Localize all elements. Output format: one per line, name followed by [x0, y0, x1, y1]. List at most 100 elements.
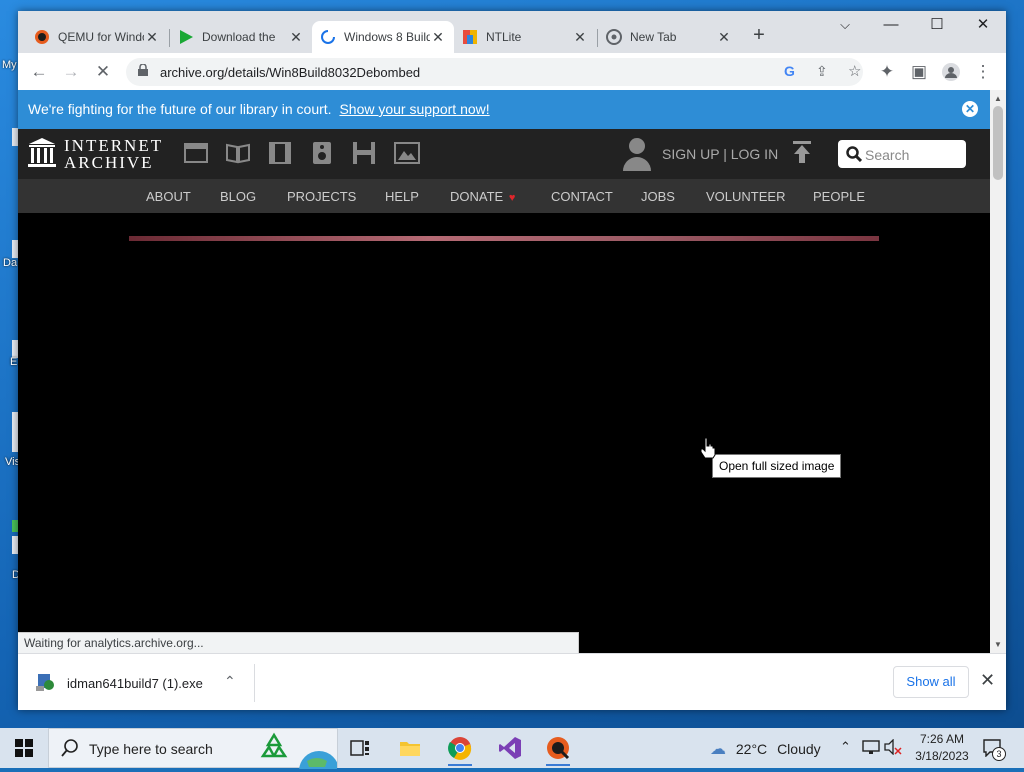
- tab-search-chevron-icon[interactable]: ⌵: [822, 11, 868, 41]
- close-download-shelf-icon[interactable]: ✕: [980, 670, 995, 691]
- user-avatar-icon[interactable]: [622, 137, 652, 174]
- chevron-up-icon[interactable]: ⌃: [840, 739, 851, 755]
- tab-windows8-build[interactable]: Windows 8 Build ✕: [312, 21, 454, 53]
- desktop-label[interactable]: E: [10, 356, 17, 368]
- nav-about[interactable]: ABOUT: [146, 189, 191, 204]
- nav-jobs[interactable]: JOBS: [641, 189, 675, 204]
- system-clock[interactable]: 7:26 AM 3/18/2023: [907, 731, 977, 765]
- notification-center-icon[interactable]: 3: [982, 739, 1006, 761]
- nav-help[interactable]: HELP: [385, 189, 419, 204]
- tab-qemu[interactable]: QEMU for Windows ✕: [26, 21, 168, 53]
- nav-volunteer[interactable]: VOLUNTEER: [706, 189, 785, 204]
- new-tab-button[interactable]: +: [748, 25, 770, 47]
- nav-blog[interactable]: BLOG: [220, 189, 256, 204]
- google-icon[interactable]: G: [784, 63, 795, 79]
- heart-icon: ♥: [508, 192, 516, 204]
- weather-widget[interactable]: ☁ 22°C Cloudy: [710, 739, 821, 759]
- windows-logo-icon: [15, 739, 33, 757]
- signup-login-link[interactable]: SIGN UP | LOG IN: [662, 146, 778, 162]
- chrome-taskbar-icon[interactable]: [440, 732, 480, 766]
- scroll-thumb[interactable]: [993, 106, 1003, 180]
- browser-toolbar: ← → ✕ archive.org/details/Win8Build8032D…: [18, 53, 1006, 90]
- download-item[interactable]: idman641build7 (1).exe ⌃: [36, 668, 254, 696]
- software-disk-icon[interactable]: [352, 142, 376, 164]
- video-film-icon[interactable]: [268, 142, 292, 164]
- share-icon[interactable]: ⇪: [816, 63, 828, 80]
- images-icon[interactable]: [394, 142, 420, 164]
- item-image-viewer[interactable]: [18, 213, 990, 653]
- divider: [254, 664, 255, 702]
- clock-date: 3/18/2023: [915, 749, 969, 763]
- audio-speaker-icon[interactable]: [310, 142, 334, 164]
- chevron-up-icon[interactable]: ⌃: [224, 673, 236, 690]
- tab-strip: QEMU for Windows ✕ Download the ✕ Window…: [18, 11, 1006, 53]
- visual-studio-icon[interactable]: [490, 732, 530, 764]
- taskbar-search-box[interactable]: Type here to search: [48, 728, 339, 772]
- network-icon[interactable]: [862, 739, 880, 758]
- tab-download[interactable]: Download the ✕: [170, 21, 312, 53]
- stop-loading-button[interactable]: ✕: [90, 59, 116, 85]
- play-favicon-icon: [178, 29, 194, 45]
- internet-archive-logo[interactable]: INTERNET ARCHIVE: [28, 137, 168, 171]
- installer-file-icon: [36, 672, 54, 695]
- show-all-button[interactable]: Show all: [893, 666, 969, 698]
- clock-time: 7:26 AM: [919, 732, 965, 746]
- cloud-icon: ☁: [710, 741, 726, 758]
- tooltip: Open full sized image: [712, 454, 842, 478]
- qemu-taskbar-icon[interactable]: [538, 732, 578, 766]
- hand-cursor-icon: [700, 437, 716, 459]
- chrome-favicon-icon: [606, 29, 622, 45]
- address-bar[interactable]: archive.org/details/Win8Build8032Debombe…: [126, 58, 863, 86]
- donation-banner: We're fighting for the future of our lib…: [18, 90, 990, 129]
- desktop-label[interactable]: Da: [3, 257, 17, 269]
- profile-avatar-icon[interactable]: [938, 59, 964, 85]
- close-tab-icon[interactable]: ✕: [288, 29, 304, 46]
- lock-icon[interactable]: [138, 63, 148, 79]
- texts-book-icon[interactable]: [226, 142, 250, 164]
- nav-people[interactable]: PEOPLE: [813, 189, 865, 204]
- side-panel-icon[interactable]: ▣: [906, 59, 932, 85]
- tab-new-tab[interactable]: New Tab ✕: [598, 21, 740, 53]
- banner-close-icon[interactable]: ✕: [962, 101, 978, 117]
- logo-line-2: ARCHIVE: [64, 153, 154, 172]
- close-tab-icon[interactable]: ✕: [572, 29, 588, 46]
- search-icon: [846, 146, 863, 165]
- file-explorer-icon[interactable]: [390, 732, 430, 764]
- search-placeholder: Search: [865, 147, 910, 163]
- qemu-favicon-icon: [34, 29, 50, 45]
- ia-header: INTERNET ARCHIVE SIGN UP | LOG IN Search: [18, 129, 990, 179]
- back-button[interactable]: ←: [26, 59, 52, 85]
- web-icon[interactable]: [184, 142, 208, 164]
- scroll-down-arrow-icon[interactable]: ▼: [994, 640, 1002, 649]
- globe-highlight-icon: [297, 749, 339, 772]
- weather-description: Cloudy: [777, 741, 821, 757]
- tab-title: Download the: [202, 30, 276, 44]
- forward-button[interactable]: →: [58, 59, 84, 85]
- minimize-button[interactable]: —: [868, 11, 914, 41]
- start-button[interactable]: [0, 728, 48, 768]
- tab-title: NTLite: [486, 30, 522, 44]
- page-scrollbar[interactable]: ▲ ▼: [990, 90, 1006, 653]
- desktop-label[interactable]: My: [2, 59, 17, 71]
- bookmark-star-icon[interactable]: ☆: [848, 62, 861, 80]
- task-view-icon[interactable]: [340, 732, 380, 764]
- nav-projects[interactable]: PROJECTS: [287, 189, 356, 204]
- close-tab-icon[interactable]: ✕: [144, 29, 160, 46]
- nav-donate[interactable]: DONATE ♥: [450, 189, 515, 204]
- menu-kebab-icon[interactable]: ⋮: [970, 59, 996, 85]
- upload-icon[interactable]: [792, 141, 812, 169]
- maximize-button[interactable]: ☐: [914, 11, 960, 41]
- banner-support-link[interactable]: Show your support now!: [339, 101, 489, 117]
- tab-ntlite[interactable]: NTLite ✕: [454, 21, 596, 53]
- loading-image[interactable]: [129, 236, 879, 241]
- nav-contact[interactable]: CONTACT: [551, 189, 613, 204]
- ia-search-field[interactable]: Search: [838, 140, 966, 168]
- close-tab-icon[interactable]: ✕: [716, 29, 732, 46]
- close-window-button[interactable]: ✕: [960, 11, 1006, 41]
- close-tab-icon[interactable]: ✕: [430, 29, 446, 46]
- extensions-puzzle-icon[interactable]: ✦: [874, 59, 900, 85]
- scroll-up-arrow-icon[interactable]: ▲: [994, 94, 1002, 103]
- tab-title: Windows 8 Build: [344, 30, 430, 44]
- search-icon: [61, 739, 79, 760]
- volume-muted-icon[interactable]: [884, 738, 902, 758]
